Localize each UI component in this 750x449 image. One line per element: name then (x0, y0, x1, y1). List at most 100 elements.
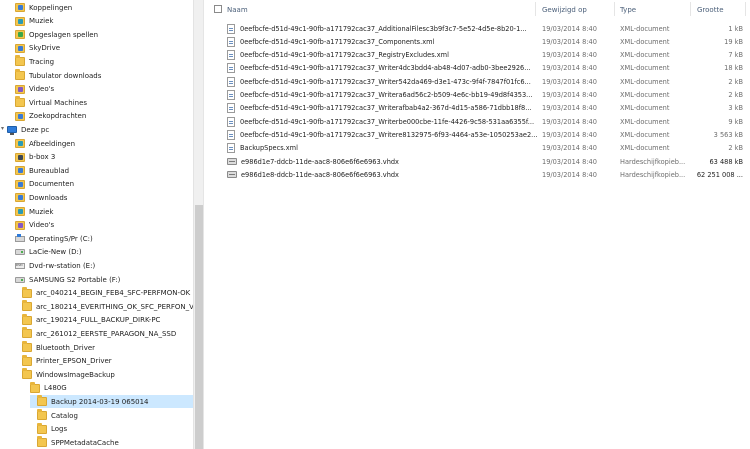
file-date: 19/03/2014 8:40 (542, 130, 597, 139)
pane-divider[interactable] (203, 0, 204, 449)
file-size: 19 kB (724, 37, 743, 46)
column-header-size[interactable]: Grootte (697, 4, 724, 16)
select-all-checkbox[interactable] (214, 5, 222, 13)
file-name-cell: 0eefbcfe-d51d-49c1-90fb-a171792cac37_Wri… (227, 89, 539, 102)
column-header-type[interactable]: Type (620, 4, 636, 16)
nav-item[interactable]: SAMSUNG S2 Portable (F:) (15, 273, 120, 286)
nav-item[interactable]: Video's (15, 219, 54, 232)
nav-item-label: WindowsImageBackup (36, 370, 115, 379)
navigation-scrollbar[interactable] (193, 0, 203, 449)
file-row[interactable]: 0eefbcfe-d51d-49c1-90fb-a171792cac37_Reg… (205, 49, 750, 62)
nav-item[interactable]: Koppelingen (15, 1, 72, 14)
nav-item[interactable]: Opgeslagen spellen (15, 28, 98, 41)
nav-item-label: SkyDrive (29, 44, 61, 53)
file-name: e986d1e8-ddcb-11de-aac8-806e6f6e6963.vhd… (241, 170, 399, 179)
nav-item[interactable]: Bluetooth_Driver (22, 341, 95, 354)
file-name: 0eefbcfe-d51d-49c1-90fb-a171792cac37_Wri… (240, 117, 535, 126)
file-date: 19/03/2014 8:40 (542, 157, 597, 166)
nav-item[interactable]: Afbeeldingen (15, 137, 75, 150)
column-separator[interactable] (535, 2, 536, 16)
nav-item[interactable]: arc_040214_BEGIN_FEB4_SFC-PERFMON-OK (22, 286, 190, 300)
nav-item[interactable]: Catalog (37, 409, 78, 422)
nav-item[interactable]: L480G (30, 381, 67, 395)
nav-item-label: Logs (51, 425, 68, 434)
file-date: 19/03/2014 8:40 (542, 117, 597, 126)
navigation-scrollbar-thumb[interactable] (195, 205, 203, 449)
nav-item[interactable]: Documenten (15, 178, 74, 191)
file-row[interactable]: 0eefbcfe-d51d-49c1-90fb-a171792cac37_Wri… (205, 128, 750, 141)
nav-item[interactable]: Zoekopdrachten (15, 110, 86, 123)
column-header-name[interactable]: Naam (227, 4, 248, 16)
file-size: 9 kB (728, 117, 743, 126)
nav-item-label: Muziek (29, 207, 54, 216)
file-row[interactable]: 0eefbcfe-d51d-49c1-90fb-a171792cac37_Wri… (205, 75, 750, 88)
folder-icon (37, 395, 47, 407)
nav-item-label: Backup 2014-03-19 065014 (51, 397, 149, 406)
file-row[interactable]: 0eefbcfe-d51d-49c1-90fb-a171792cac37_Wri… (205, 89, 750, 102)
nav-item[interactable]: OperatingS/Pr (C:) (15, 232, 93, 245)
column-separator[interactable] (690, 2, 691, 16)
column-separator[interactable] (745, 2, 746, 16)
nav-item-label: Deze pc (21, 125, 50, 134)
file-date: 19/03/2014 8:40 (542, 37, 597, 46)
nav-item[interactable]: Downloads (15, 191, 67, 204)
folder-icon (37, 422, 47, 434)
file-row[interactable]: e986d1e7-ddcb-11de-aac8-806e6f6e6963.vhd… (205, 155, 750, 168)
nav-item[interactable]: Tubulator downloads (15, 69, 101, 82)
nav-item-label: Video's (29, 221, 55, 230)
nav-item-label: OperatingS/Pr (C:) (29, 234, 93, 243)
file-row[interactable]: BackupSpecs.xml 19/03/2014 8:40 XML-docume… (205, 142, 750, 155)
nav-item-label: LaCie-New (D:) (29, 248, 82, 257)
xml-file-icon (227, 143, 235, 154)
file-row[interactable]: 0eefbcfe-d51d-49c1-90fb-a171792cac37_Wri… (205, 115, 750, 128)
nav-item[interactable]: SkyDrive (15, 42, 60, 55)
nav-item[interactable]: b-box 3 (15, 151, 55, 164)
folder-icon (22, 300, 32, 312)
file-type: XML-document (620, 77, 670, 86)
nav-item[interactable]: Logs (37, 422, 68, 436)
music-folder-icon (15, 16, 25, 26)
nav-item[interactable]: Tracing (15, 55, 54, 68)
nav-item[interactable]: Printer_EPSON_Driver (22, 354, 112, 368)
nav-item-label: Bluetooth_Driver (36, 343, 96, 352)
nav-item[interactable]: Muziek (15, 15, 53, 28)
file-name: 0eefbcfe-d51d-49c1-90fb-a171792cac37_Add… (240, 24, 527, 33)
file-size: 3 563 kB (713, 130, 743, 139)
expand-chevron-icon[interactable]: ▾ (1, 125, 4, 132)
file-date: 19/03/2014 8:40 (542, 144, 597, 153)
file-size: 2 kB (728, 77, 743, 86)
file-size: 2 kB (728, 144, 743, 153)
nav-item[interactable]: Bureaublad (15, 164, 69, 177)
nav-item-label: Koppelingen (29, 3, 73, 12)
file-name: 0eefbcfe-d51d-49c1-90fb-a171792cac37_Wri… (240, 104, 532, 113)
file-row[interactable]: 0eefbcfe-d51d-49c1-90fb-a171792cac37_Com… (205, 35, 750, 48)
nav-item[interactable]: Video's (15, 83, 54, 96)
column-separator[interactable] (614, 2, 615, 16)
nav-item[interactable]: WindowsImageBackup (22, 368, 115, 381)
nav-item[interactable]: arc_180214_EVERITHING_OK_SFC_PERFON_VIR (22, 300, 201, 313)
windows-drive-icon (15, 233, 25, 242)
nav-item[interactable]: SPPMetadataCache (37, 436, 119, 449)
nav-item[interactable]: arc_190214_FULL_BACKUP_DIRK-PC (22, 313, 160, 327)
nav-item[interactable]: Deze pc (7, 123, 49, 136)
folder-icon (22, 341, 32, 352)
column-header-date[interactable]: Gewijzigd op (542, 4, 587, 16)
nav-item[interactable]: Backup 2014-03-19 065014 (30, 395, 193, 409)
folder-icon (22, 327, 32, 339)
nav-item[interactable]: LaCie-New (D:) (15, 246, 82, 259)
file-row[interactable]: 0eefbcfe-d51d-49c1-90fb-a171792cac37_Wri… (205, 62, 750, 75)
nav-item[interactable]: Muziek (15, 205, 53, 218)
file-name-cell: 0eefbcfe-d51d-49c1-90fb-a171792cac37_Com… (227, 35, 539, 48)
nav-item-label: arc_180214_EVERITHING_OK_SFC_PERFON_VIR (36, 302, 201, 311)
file-row[interactable]: 0eefbcfe-d51d-49c1-90fb-a171792cac37_Add… (205, 22, 750, 35)
videos-folder-icon (15, 84, 25, 94)
nav-item[interactable]: Dvd-rw-station (E:) (15, 259, 95, 272)
folder-icon (30, 381, 40, 393)
file-row[interactable]: 0eefbcfe-d51d-49c1-90fb-a171792cac37_Wri… (205, 102, 750, 115)
videos-folder-icon (15, 220, 25, 230)
nav-item[interactable]: Virtual Machines (15, 96, 87, 109)
file-row[interactable]: e986d1e8-ddcb-11de-aac8-806e6f6e6963.vhd… (205, 168, 750, 181)
vhdx-disk-icon (227, 158, 237, 165)
drive-icon (15, 276, 25, 283)
nav-item[interactable]: arc_261012_EERSTE_PARAGON_NA_SSD (22, 327, 176, 340)
